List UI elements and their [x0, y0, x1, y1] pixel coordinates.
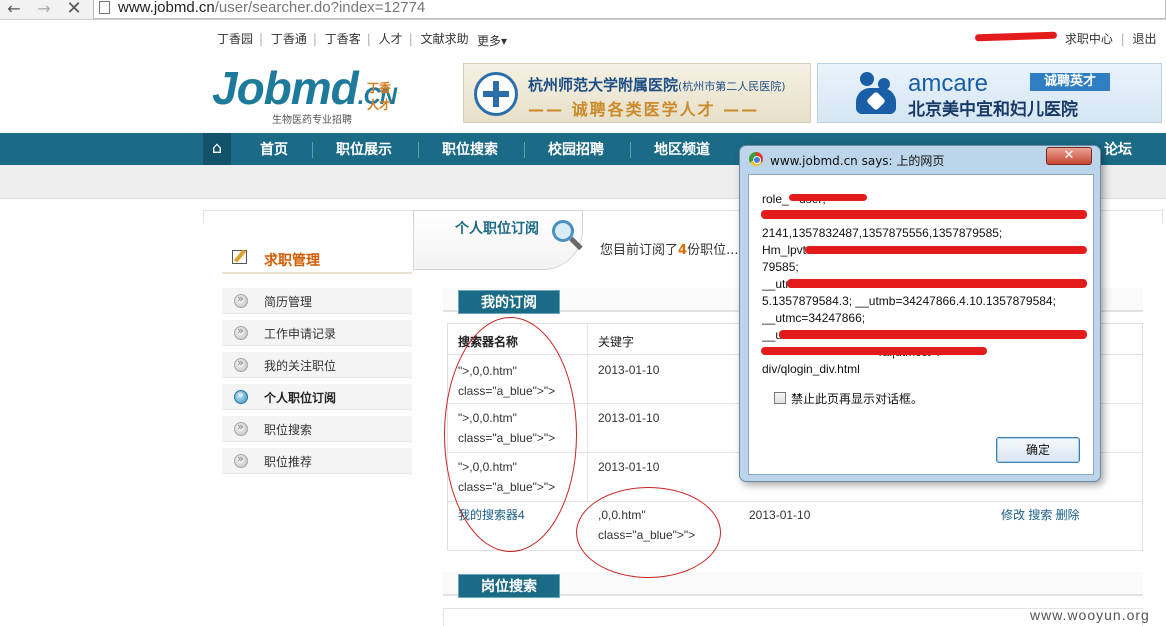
logout-link[interactable]: 退出: [1133, 32, 1157, 46]
hospital-emblem-icon: [474, 72, 518, 116]
nav-item-jobs[interactable]: 职位展示: [336, 133, 392, 165]
more-menu[interactable]: 更多▾: [477, 32, 507, 49]
alert-dialog: www.jobmd.cn says: 上的网页 ✕ role_ =user; 2…: [739, 145, 1101, 482]
searcher-name[interactable]: 我的搜索器4: [458, 505, 525, 525]
logo-tag: 丁香人才: [367, 81, 392, 112]
sidebar-header: 求职管理: [222, 244, 412, 274]
sidebar-item-label: 个人职位订阅: [264, 391, 337, 405]
home-icon[interactable]: ⌂: [203, 133, 231, 165]
user-links: 求职中心 | 退出: [1064, 32, 1157, 46]
ad-slogan: —— 诚聘各类医学人才 ——: [528, 100, 760, 119]
nav-item-region[interactable]: 地区频道: [654, 133, 710, 165]
arrow-bullet-icon: [234, 420, 248, 436]
sidebar-item-label: 简历管理: [264, 295, 313, 309]
toplink[interactable]: 文献求助: [421, 32, 469, 46]
site-logo[interactable]: Jobmd.CN 丁香人才 生物医药专业招聘: [212, 62, 397, 126]
url-text: www.jobmd.cn/user/searcher.do?index=1277…: [118, 0, 426, 16]
family-heart-icon: [856, 72, 898, 116]
forward-icon[interactable]: →: [34, 0, 54, 18]
page-title: 个人职位订阅: [455, 221, 539, 237]
edit-icon: [232, 250, 247, 264]
sidebar-item-favorites[interactable]: 我的关注职位: [222, 352, 412, 378]
logo-subtitle: 生物医药专业招聘: [272, 115, 352, 126]
searcher-name[interactable]: ">,0,0.htm" class="a_blue">">: [458, 361, 555, 401]
toplink[interactable]: 人才: [379, 32, 403, 46]
ad-brand: amcare: [908, 70, 989, 97]
redaction-mark: [789, 194, 867, 201]
sidebar-item-resume[interactable]: 简历管理: [222, 288, 412, 314]
sidebar-item-applications[interactable]: 工作申请记录: [222, 320, 412, 346]
chrome-icon: [749, 152, 763, 166]
section-title: 我的订阅: [458, 290, 560, 314]
sidebar-item-label: 工作申请记录: [264, 327, 337, 341]
amcare-ad-banner[interactable]: amcare 诚聘英才 北京美中宜和妇儿医院: [817, 63, 1162, 123]
message-line: 79585;: [762, 260, 799, 274]
message-line: __utmc=34247866;: [762, 311, 866, 325]
column-header: 关键字: [598, 335, 635, 349]
address-bar[interactable]: www.jobmd.cn/user/searcher.do?index=1277…: [93, 0, 1166, 19]
browser-toolbar: ← → ✕ www.jobmd.cn/user/searcher.do?inde…: [0, 0, 1166, 20]
message-line: 5.1357879584.3; __utmb=34247866.4.10.135…: [762, 294, 1056, 308]
sidebar-item-label: 职位推荐: [264, 455, 313, 469]
redaction-mark: [805, 246, 1087, 254]
job-center-link[interactable]: 求职中心: [1065, 32, 1113, 46]
arrow-bullet-icon: [234, 292, 248, 308]
ok-button[interactable]: 确定: [996, 437, 1080, 463]
message-line: 2141,1357832487,1357875556,1357879585;: [762, 226, 1003, 240]
redaction-mark: [761, 210, 1087, 219]
keyword-cell: 2013-01-10: [598, 411, 660, 425]
suppress-dialogs-checkbox[interactable]: [774, 392, 786, 404]
toplink[interactable]: 丁香通: [271, 32, 307, 46]
top-links: 丁香园 | 丁香通 | 丁香客 | 人才 | 文献求助: [217, 32, 469, 46]
arrow-bullet-icon: [234, 324, 248, 340]
searcher-name[interactable]: ">,0,0.htm" class="a_blue">">: [458, 457, 555, 497]
dialog-title: www.jobmd.cn says: 上的网页: [770, 154, 945, 168]
table-row: 我的搜索器4 ,0,0.htm" class="a_blue">"> 2013-0…: [448, 502, 1142, 551]
page-icon: [99, 1, 110, 14]
nav-item-campus[interactable]: 校园招聘: [548, 133, 604, 165]
subscription-notice: 您目前订阅了4份职位...: [600, 243, 739, 258]
arrow-bullet-icon: [234, 388, 248, 404]
stop-icon[interactable]: ✕: [64, 0, 84, 18]
keyword-cell: ,0,0.htm" class="a_blue">">: [598, 508, 696, 542]
redaction-mark: [779, 330, 1087, 339]
row-actions[interactable]: 修改 搜索 删除: [1001, 505, 1080, 525]
nav-item-job-search[interactable]: 职位搜索: [442, 133, 498, 165]
dialog-titlebar[interactable]: www.jobmd.cn says: 上的网页 ✕: [740, 146, 1100, 168]
nav-item-home[interactable]: 首页: [260, 133, 288, 165]
magnifier-icon: [552, 220, 574, 242]
sidebar-item-label: 职位搜索: [264, 423, 313, 437]
back-icon[interactable]: ←: [4, 0, 24, 18]
nav-item-forum[interactable]: 论坛: [1104, 133, 1132, 165]
logo-text: Jobmd: [212, 62, 359, 114]
ad-title: 杭州师范大学附属医院(杭州市第二人民医院): [528, 76, 786, 94]
column-header: 搜索器名称: [458, 335, 519, 349]
sidebar-title: 求职管理: [264, 253, 320, 269]
searcher-name[interactable]: ">,0,0.htm" class="a_blue">">: [458, 408, 555, 448]
sidebar-item-label: 我的关注职位: [264, 359, 337, 373]
hospital-ad-banner[interactable]: 杭州师范大学附属医院(杭州市第二人民医院) —— 诚聘各类医学人才 ——: [463, 63, 811, 123]
checkbox-label: 禁止此页再显示对话框。: [791, 392, 924, 406]
watermark: www.wooyun.org: [1030, 607, 1150, 623]
message-line: div/qlogin_div.html: [762, 362, 860, 376]
ad-hospital-name: 北京美中宜和妇儿医院: [908, 100, 1078, 120]
sidebar-item-job-search[interactable]: 职位搜索: [222, 416, 412, 442]
sidebar-item-subscriptions[interactable]: 个人职位订阅: [222, 384, 412, 410]
toplink[interactable]: 丁香客: [325, 32, 361, 46]
redaction-mark: [787, 279, 1087, 288]
arrow-bullet-icon: [234, 452, 248, 468]
ad-badge: 诚聘英才: [1030, 73, 1110, 91]
position-search-section: 岗位搜索: [443, 572, 1143, 598]
toplink[interactable]: 丁香园: [217, 32, 253, 46]
keyword-cell: 2013-01-10: [598, 460, 660, 474]
date-cell: 2013-01-10: [749, 508, 811, 522]
section-title: 岗位搜索: [458, 574, 560, 598]
close-button[interactable]: ✕: [1046, 147, 1092, 165]
sidebar-item-recommendations[interactable]: 职位推荐: [222, 448, 412, 474]
dialog-body: role_ =user; 2141,1357832487,1357875556,…: [748, 174, 1094, 475]
keyword-cell: 2013-01-10: [598, 363, 660, 377]
redaction-mark: [761, 347, 987, 355]
arrow-bullet-icon: [234, 356, 248, 372]
